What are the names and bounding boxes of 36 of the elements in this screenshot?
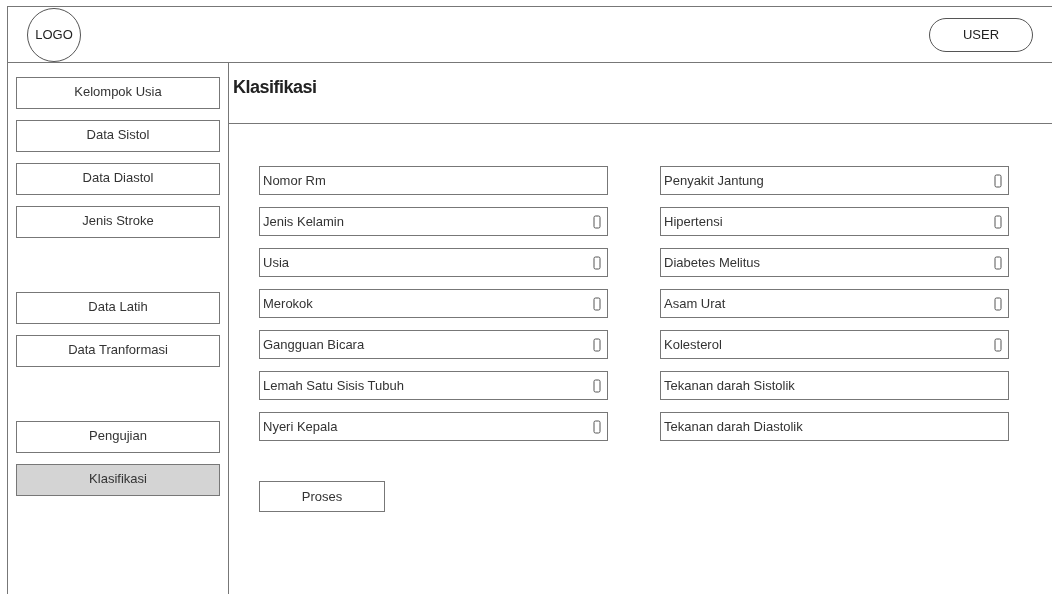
sidebar-item[interactable]: Pengujian — [16, 421, 220, 453]
sidebar-item[interactable]: Jenis Stroke — [16, 206, 220, 238]
user-button[interactable]: USER — [929, 17, 1033, 52]
input-field[interactable]: Tekanan darah Sistolik — [660, 371, 1009, 400]
select-field[interactable]: Penyakit Jantung — [660, 166, 1009, 195]
dropdown-icon — [994, 173, 1002, 188]
select-field[interactable]: Diabetes Melitus — [660, 248, 1009, 277]
select-field[interactable]: Lemah Satu Sisis Tubuh — [259, 371, 608, 400]
sidebar-item[interactable]: Data Latih — [16, 292, 220, 324]
dropdown-icon — [593, 419, 601, 434]
input-field[interactable]: Nomor Rm — [259, 166, 608, 195]
dropdown-icon — [593, 296, 601, 311]
select-field[interactable]: Kolesterol — [660, 330, 1009, 359]
select-field[interactable]: Jenis Kelamin — [259, 207, 608, 236]
select-field[interactable]: Gangguan Bicara — [259, 330, 608, 359]
dropdown-icon — [994, 255, 1002, 270]
input-field[interactable]: Tekanan darah Diastolik — [660, 412, 1009, 441]
select-field[interactable]: Usia — [259, 248, 608, 277]
sidebar-item[interactable]: Kelompok Usia — [16, 77, 220, 109]
process-button[interactable]: Proses — [259, 481, 385, 512]
dropdown-icon — [994, 296, 1002, 311]
sidebar-item[interactable]: Klasifikasi — [16, 464, 220, 496]
dropdown-icon — [593, 214, 601, 229]
select-field[interactable]: Hipertensi — [660, 207, 1009, 236]
dropdown-icon — [994, 337, 1002, 352]
dropdown-icon — [593, 255, 601, 270]
select-field[interactable]: Nyeri Kepala — [259, 412, 608, 441]
dropdown-icon — [593, 337, 601, 352]
page-title: Klasifikasi — [233, 77, 317, 97]
dropdown-icon — [994, 214, 1002, 229]
sidebar-item[interactable]: Data Tranformasi — [16, 335, 220, 367]
select-field[interactable]: Merokok — [259, 289, 608, 318]
dropdown-icon — [593, 378, 601, 393]
sidebar-item[interactable]: Data Diastol — [16, 163, 220, 195]
select-field[interactable]: Asam Urat — [660, 289, 1009, 318]
sidebar-item[interactable]: Data Sistol — [16, 120, 220, 152]
